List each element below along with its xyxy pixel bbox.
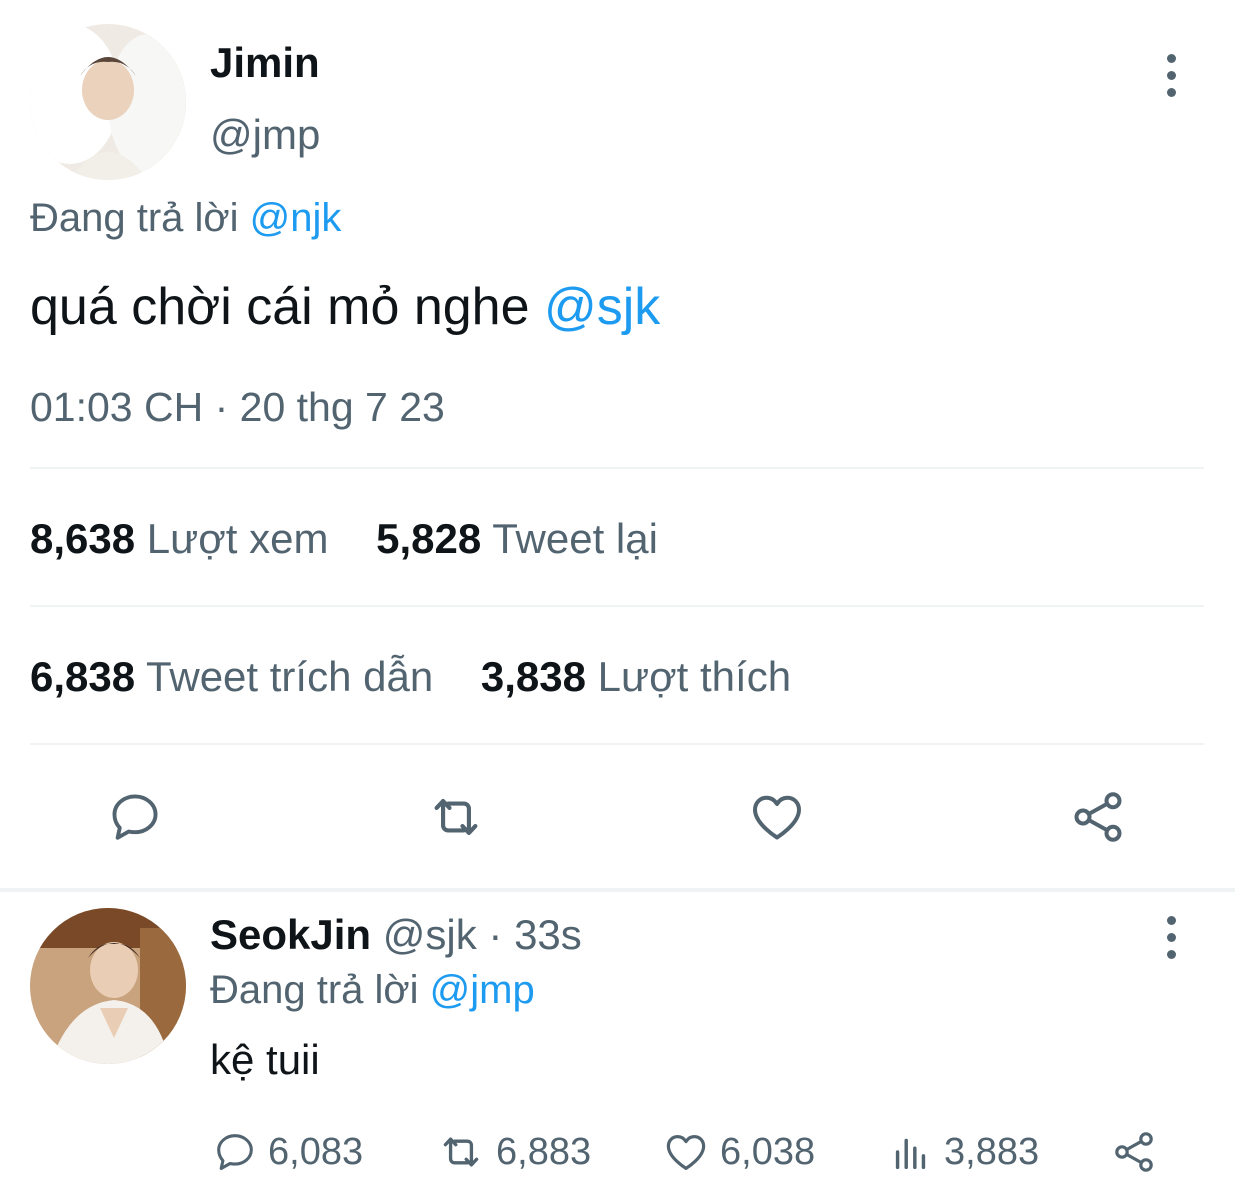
tweet-text: quá chời cái mỏ nghe @sjk [30, 276, 660, 338]
retweets-label: Tweet lại [492, 515, 658, 562]
reply-icon [217, 1134, 253, 1171]
more-dot-icon [1166, 949, 1176, 959]
retweets-stat[interactable]: 5,828 Tweet lại [376, 514, 658, 564]
like-icon [753, 795, 801, 840]
like-count: 6,038 [720, 1130, 816, 1173]
retweet-icon [443, 1137, 479, 1167]
share-icon [1115, 1132, 1153, 1172]
like-button[interactable]: 6,038 [662, 1124, 815, 1180]
stats-row: 8,638 Lượt xem 5,828 Tweet lại [30, 514, 658, 564]
reply-tweet[interactable]: SeokJin @sjk · 33s Đang trả lời @jmp kệ … [0, 892, 1235, 1200]
retweets-count: 5,828 [376, 515, 482, 562]
reply-action-bar: 6,083 6,883 6,038 3,883 [0, 1124, 1235, 1180]
tweet-timestamp[interactable]: 01:03 CH · 20 thg 7 23 [30, 382, 445, 432]
tweet-mention[interactable]: @sjk [544, 278, 660, 336]
views-label: Lượt xem [146, 515, 329, 562]
reply-icon [112, 794, 158, 840]
stats-row: 6,838 Tweet trích dẫn 3,838 Lượt thích [30, 652, 791, 702]
reply-count: 6,083 [268, 1130, 364, 1173]
main-tweet: Jimin @jmp Đang trả lời @njk quá chời cá… [0, 0, 1235, 890]
divider [30, 467, 1204, 469]
more-dot-icon [1166, 915, 1176, 925]
divider [30, 743, 1204, 745]
views-count: 8,638 [30, 515, 136, 562]
author-display-name[interactable]: Jimin [210, 38, 320, 88]
more-options-button[interactable] [1156, 912, 1186, 962]
more-dot-icon [1166, 70, 1176, 80]
replying-to: Đang trả lời @jmp [210, 965, 535, 1015]
author-handle[interactable]: @jmp [210, 110, 320, 160]
share-button[interactable] [1110, 1124, 1158, 1180]
likes-label: Lượt thích [597, 653, 792, 700]
views-stat[interactable]: 8,638 Lượt xem [30, 514, 328, 564]
replying-to-mention[interactable]: @jmp [430, 968, 535, 1012]
reply-time-ago[interactable]: 33s [514, 911, 582, 958]
reply-author-handle[interactable]: @sjk [383, 911, 477, 958]
avatar[interactable] [30, 908, 186, 1064]
views-count: 3,883 [944, 1130, 1040, 1173]
retweet-count: 6,883 [496, 1130, 592, 1173]
reply-button[interactable]: 6,083 [212, 1124, 363, 1180]
likes-stat[interactable]: 3,838 Lượt thích [481, 652, 791, 702]
meta-separator: · [488, 911, 503, 958]
like-button[interactable] [745, 785, 809, 849]
reply-button[interactable] [103, 785, 167, 849]
avatar-photo [30, 24, 186, 180]
analytics-icon [895, 1138, 926, 1170]
reply-author-display-name[interactable]: SeokJin [210, 911, 371, 958]
avatar-photo [30, 908, 186, 1064]
more-options-button[interactable] [1156, 50, 1186, 100]
retweet-button[interactable] [424, 785, 488, 849]
avatar[interactable] [30, 24, 186, 180]
replying-to-label: Đang trả lời [30, 196, 239, 240]
replying-to-mention[interactable]: @njk [250, 196, 342, 240]
retweet-icon [434, 798, 478, 836]
views-button[interactable]: 3,883 [888, 1124, 1039, 1180]
quotes-count: 6,838 [30, 653, 136, 700]
more-dot-icon [1166, 87, 1176, 97]
more-dot-icon [1166, 53, 1176, 63]
quotes-label: Tweet trích dẫn [146, 653, 434, 700]
retweet-button[interactable]: 6,883 [436, 1124, 591, 1180]
share-button[interactable] [1066, 785, 1130, 849]
reply-text: kệ tuii [210, 1036, 320, 1083]
likes-count: 3,838 [480, 653, 586, 700]
more-dot-icon [1166, 932, 1176, 942]
quotes-stat[interactable]: 6,838 Tweet trích dẫn [30, 652, 433, 702]
share-icon [1074, 792, 1122, 842]
reply-header: SeokJin @sjk · 33s [210, 910, 582, 960]
tweet-body: quá chời cái mỏ nghe [30, 278, 530, 336]
replying-to-label: Đang trả lời [210, 968, 419, 1012]
replying-to: Đang trả lời @njk [30, 193, 341, 243]
divider [30, 605, 1204, 607]
like-icon [666, 1135, 706, 1170]
